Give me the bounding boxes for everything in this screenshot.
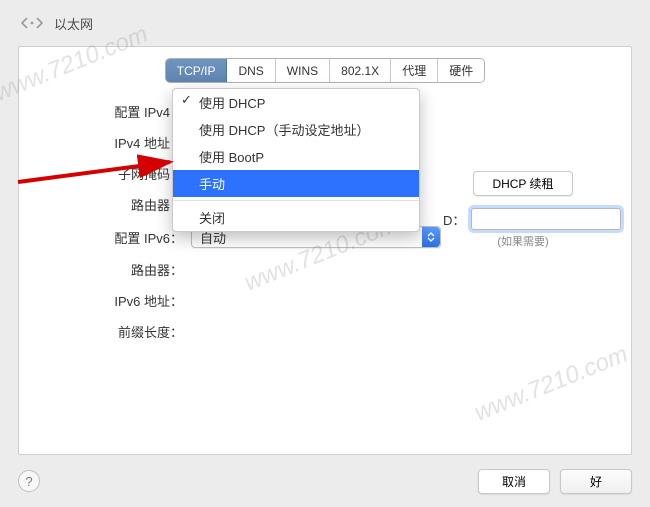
dhcp-client-id-input[interactable] — [471, 208, 621, 230]
tab-tcpip[interactable]: TCP/IP — [166, 59, 228, 82]
tab-dns[interactable]: DNS — [227, 59, 275, 82]
help-icon[interactable]: ? — [18, 470, 40, 492]
annotation-arrow-icon — [14, 136, 184, 189]
label-router-v4: 路由器： — [39, 195, 191, 214]
row-router-v6: 路由器： — [39, 260, 611, 279]
tab-proxy[interactable]: 代理 — [391, 59, 438, 82]
ipv4-option-off[interactable]: 关闭 — [173, 204, 419, 231]
label-prefix-length: 前缀长度： — [39, 322, 191, 341]
row-ipv6-address: IPv6 地址： — [39, 291, 611, 310]
ipv4-option-dhcp[interactable]: 使用 DHCP — [173, 89, 419, 116]
updown-icon — [422, 227, 440, 247]
ok-button[interactable]: 好 — [560, 469, 632, 494]
row-prefix-length: 前缀长度： — [39, 322, 611, 341]
ipv4-option-dhcp-manual[interactable]: 使用 DHCP（手动设定地址） — [173, 116, 419, 143]
tab-hardware[interactable]: 硬件 — [438, 59, 484, 82]
dhcp-renew-button[interactable]: DHCP 续租 — [473, 171, 572, 196]
tab-wins[interactable]: WINS — [276, 59, 330, 82]
label-configure-ipv6: 配置 IPv6： — [39, 228, 191, 247]
dropdown-separator — [173, 200, 419, 201]
dialog-footer: ? 取消 好 — [0, 455, 650, 507]
client-id-hint: (如果需要) — [443, 233, 603, 249]
label-configure-ipv4: 配置 IPv4： — [39, 102, 191, 121]
page-title: 以太网 — [54, 14, 93, 33]
label-ipv6-address: IPv6 地址： — [39, 291, 191, 310]
label-client-id: D： — [443, 210, 465, 229]
ipv4-config-dropdown[interactable]: 使用 DHCP 使用 DHCP（手动设定地址） 使用 BootP 手动 关闭 — [172, 88, 420, 232]
tab-bar: TCP/IP DNS WINS 802.1X 代理 硬件 — [39, 59, 611, 82]
back-icon[interactable] — [20, 15, 44, 31]
ipv4-option-bootp[interactable]: 使用 BootP — [173, 143, 419, 170]
ipv4-option-manual[interactable]: 手动 — [173, 170, 419, 197]
label-router-v6: 路由器： — [39, 260, 191, 279]
cancel-button[interactable]: 取消 — [478, 469, 550, 494]
dhcp-right-region: DHCP 续租 D： (如果需要) — [443, 171, 603, 249]
title-bar: 以太网 — [0, 0, 650, 46]
tab-8021x[interactable]: 802.1X — [330, 59, 391, 82]
